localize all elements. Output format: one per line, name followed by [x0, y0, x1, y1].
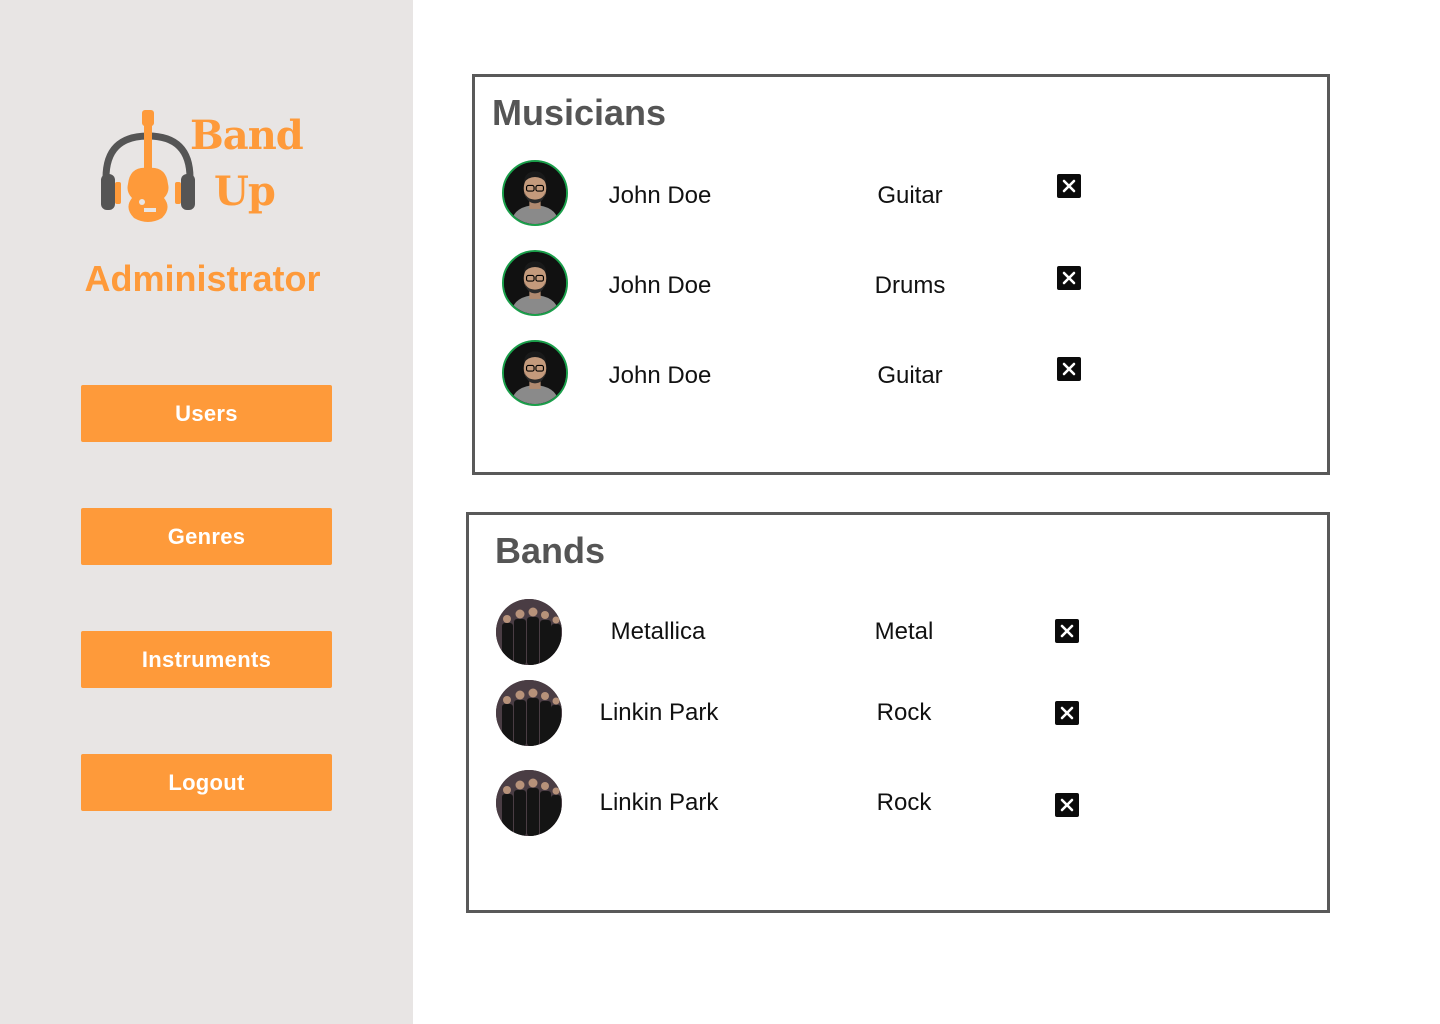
logo-word-band: Band — [190, 112, 304, 159]
musicians-panel: Musicians John Doe Guitar John Doe Drums… — [472, 74, 1330, 475]
guitar-headphones-icon — [101, 110, 195, 222]
band-row: Linkin Park Rock — [469, 678, 1327, 748]
avatar — [502, 250, 568, 316]
close-box-icon — [1060, 798, 1074, 812]
delete-musician-button[interactable] — [1057, 357, 1081, 381]
genres-button[interactable]: Genres — [81, 508, 332, 565]
instruments-button[interactable]: Instruments — [81, 631, 332, 688]
bands-panel: Bands Metallica Metal Linkin Park Rock L… — [466, 512, 1330, 913]
band-genre: Rock — [876, 789, 932, 816]
close-box-icon — [1062, 179, 1076, 193]
delete-musician-button[interactable] — [1057, 266, 1081, 290]
logo: Band Up — [98, 108, 308, 224]
users-button[interactable]: Users — [81, 385, 332, 442]
avatar — [502, 160, 568, 226]
band-genre: Rock — [876, 699, 932, 726]
band-name: Metallica — [610, 618, 706, 645]
band-row: Linkin Park Rock — [469, 768, 1327, 838]
band-row: Metallica Metal — [469, 597, 1327, 667]
musician-instrument: Guitar — [877, 182, 943, 209]
close-box-icon — [1060, 706, 1074, 720]
musician-name: John Doe — [608, 272, 712, 299]
band-avatar — [496, 680, 562, 746]
band-avatar — [496, 599, 562, 665]
musician-row: John Doe Drums — [475, 249, 1327, 319]
band-genre: Metal — [874, 618, 934, 645]
avatar — [502, 340, 568, 406]
musician-instrument: Guitar — [877, 362, 943, 389]
close-box-icon — [1062, 362, 1076, 376]
delete-band-button[interactable] — [1055, 793, 1079, 817]
musician-row: John Doe Guitar — [475, 339, 1327, 409]
logo-word-up: Up — [214, 168, 276, 215]
close-box-icon — [1062, 271, 1076, 285]
delete-musician-button[interactable] — [1057, 174, 1081, 198]
sidebar: Band Up Administrator Users Genres Instr… — [0, 0, 413, 1024]
musician-row: John Doe Guitar — [475, 159, 1327, 229]
band-name: Linkin Park — [599, 789, 719, 816]
band-name: Linkin Park — [599, 699, 719, 726]
close-box-icon — [1060, 624, 1074, 638]
musicians-title: Musicians — [492, 92, 667, 133]
musician-name: John Doe — [608, 182, 712, 209]
musician-instrument: Drums — [874, 272, 946, 299]
delete-band-button[interactable] — [1055, 619, 1079, 643]
delete-band-button[interactable] — [1055, 701, 1079, 725]
logout-button[interactable]: Logout — [81, 754, 332, 811]
musician-name: John Doe — [608, 362, 712, 389]
band-avatar — [496, 770, 562, 836]
role-heading: Administrator — [84, 258, 321, 299]
bands-title: Bands — [495, 530, 606, 571]
